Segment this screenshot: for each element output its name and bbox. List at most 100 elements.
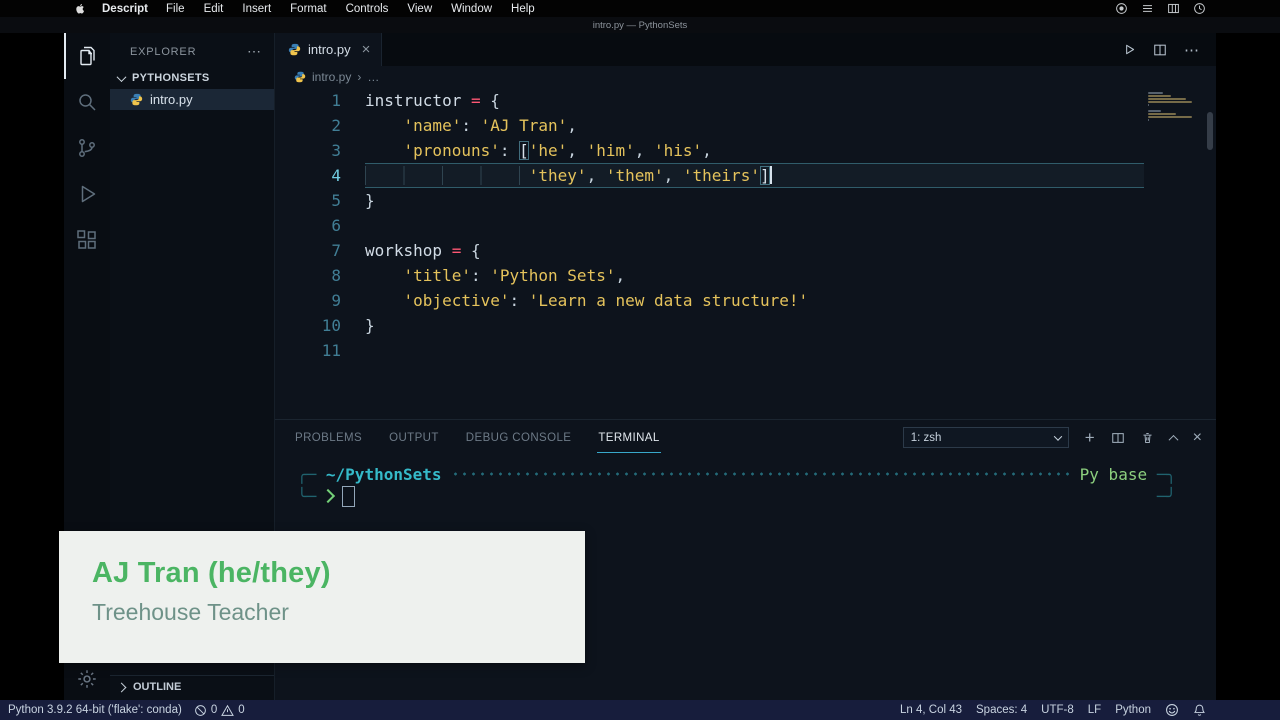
line-number-11[interactable]: 11 [275, 338, 341, 363]
tab-output[interactable]: OUTPUT [388, 422, 440, 453]
line-number-8[interactable]: 8 [275, 263, 341, 288]
settings-gear-icon[interactable] [64, 668, 110, 690]
gutter[interactable]: 1234567891011 [275, 88, 350, 419]
split-terminal-icon[interactable] [1111, 431, 1125, 445]
terminal-prompt-top: ╭─ ~/PythonSets Py base ─╮ [297, 463, 1176, 485]
tab-intro-py[interactable]: intro.py × [275, 33, 382, 66]
line-number-6[interactable]: 6 [275, 213, 341, 238]
prompt-frame-bottom-right: ─╯ [1157, 487, 1176, 506]
run-file-icon[interactable] [1123, 43, 1136, 56]
prompt-chevron-icon [321, 489, 335, 503]
menu-help[interactable]: Help [511, 3, 535, 15]
line-number-4[interactable]: 4 [275, 163, 341, 188]
lower-third-card: AJ Tran (he/they) Treehouse Teacher [59, 531, 585, 663]
code-line-10[interactable]: } [365, 313, 1144, 338]
sidebar-header: EXPLORER ⋯ [110, 33, 274, 66]
breadcrumb-symbol[interactable]: … [367, 70, 379, 84]
code-line-5[interactable]: } [365, 188, 1144, 213]
outline-section[interactable]: OUTLINE [110, 675, 274, 698]
status-bar: Python 3.9.2 64-bit ('flake': conda) 0 0… [0, 700, 1280, 720]
text-cursor [770, 166, 772, 184]
menu-insert[interactable]: Insert [242, 3, 271, 15]
new-terminal-icon[interactable]: + [1085, 429, 1095, 446]
minimap[interactable] [1148, 92, 1194, 124]
close-panel-icon[interactable]: × [1193, 430, 1202, 446]
window-title-bar: intro.py — PythonSets [0, 17, 1280, 33]
menu-file[interactable]: File [166, 3, 185, 15]
split-editor-icon[interactable] [1153, 43, 1167, 57]
window-title: intro.py — PythonSets [593, 20, 688, 31]
panel-actions: + × [1085, 429, 1202, 447]
line-number-5[interactable]: 5 [275, 188, 341, 213]
file-item-intro-py[interactable]: intro.py [110, 89, 274, 110]
layout-icon[interactable] [1167, 2, 1180, 15]
code-line-3[interactable]: 'pronouns': ['he', 'him', 'his', [365, 138, 1144, 163]
presenter-role: Treehouse Teacher [92, 599, 585, 626]
prompt-frame-bottom-left: ╰─ [297, 487, 316, 506]
record-icon[interactable] [1115, 2, 1128, 15]
kill-terminal-icon[interactable] [1141, 431, 1154, 445]
panel-tab-bar: PROBLEMS OUTPUT DEBUG CONSOLE TERMINAL 1… [275, 420, 1216, 455]
code-lines[interactable]: instructor = { 'name': 'AJ Tran', 'prono… [350, 88, 1144, 419]
code-editor[interactable]: 1234567891011 instructor = { 'name': 'AJ… [275, 88, 1216, 419]
close-tab-icon[interactable]: × [362, 41, 371, 58]
code-line-9[interactable]: 'objective': 'Learn a new data structure… [365, 288, 1144, 313]
vertical-scrollbar[interactable] [1207, 112, 1213, 150]
source-control-icon[interactable] [64, 125, 110, 171]
terminal-cwd: ~/PythonSets [326, 465, 442, 484]
explorer-icon[interactable] [64, 33, 110, 79]
terminal-env: Py base [1080, 465, 1147, 484]
search-icon[interactable] [64, 79, 110, 125]
code-line-4[interactable]: 'they', 'them', 'theirs'] [365, 163, 1144, 188]
sidebar-section-pythonsets[interactable]: PYTHONSETS [110, 66, 274, 89]
line-number-1[interactable]: 1 [275, 88, 341, 113]
language-mode[interactable]: Python [1115, 704, 1151, 716]
line-number-10[interactable]: 10 [275, 313, 341, 338]
code-line-11[interactable] [365, 338, 1144, 363]
error-count: 0 [211, 704, 217, 716]
cursor-position[interactable]: Ln 4, Col 43 [900, 704, 962, 716]
code-line-6[interactable] [365, 213, 1144, 238]
code-line-8[interactable]: 'title': 'Python Sets', [365, 263, 1144, 288]
apple-icon[interactable] [74, 2, 86, 15]
eol-sequence[interactable]: LF [1088, 704, 1101, 716]
menu-edit[interactable]: Edit [204, 3, 224, 15]
python-interpreter[interactable]: Python 3.9.2 64-bit ('flake': conda) [8, 704, 182, 716]
menu-view[interactable]: View [407, 3, 432, 15]
extensions-icon[interactable] [64, 217, 110, 263]
code-line-1[interactable]: instructor = { [365, 88, 1144, 113]
tab-label: intro.py [308, 42, 351, 57]
terminal-shell-select[interactable]: 1: zsh [903, 427, 1069, 448]
line-number-7[interactable]: 7 [275, 238, 341, 263]
tab-debug-console[interactable]: DEBUG CONSOLE [465, 422, 573, 453]
chevron-down-icon [1053, 432, 1061, 440]
prompt-frame-top-right: ─╮ [1157, 465, 1176, 484]
breadcrumb[interactable]: intro.py › … [275, 66, 1216, 88]
problems-summary[interactable]: 0 0 [194, 704, 245, 717]
menu-controls[interactable]: Controls [346, 3, 389, 15]
indentation[interactable]: Spaces: 4 [976, 704, 1027, 716]
timer-icon[interactable] [1193, 2, 1206, 15]
list-icon[interactable] [1141, 2, 1154, 15]
menu-window[interactable]: Window [451, 3, 492, 15]
line-number-3[interactable]: 3 [275, 138, 341, 163]
tab-problems[interactable]: PROBLEMS [294, 422, 363, 453]
notifications-bell-icon[interactable] [1193, 703, 1206, 717]
menu-format[interactable]: Format [290, 3, 326, 15]
more-actions-icon[interactable]: ⋯ [247, 43, 262, 60]
breadcrumb-file[interactable]: intro.py [312, 70, 351, 84]
feedback-smiley-icon[interactable] [1165, 703, 1179, 717]
code-line-7[interactable]: workshop = { [365, 238, 1144, 263]
maximize-panel-icon[interactable] [1170, 429, 1177, 447]
code-line-2[interactable]: 'name': 'AJ Tran', [365, 113, 1144, 138]
menu-app-name[interactable]: Descript [102, 3, 148, 15]
line-number-9[interactable]: 9 [275, 288, 341, 313]
tab-terminal[interactable]: TERMINAL [597, 422, 660, 453]
python-file-icon [288, 43, 301, 56]
line-number-2[interactable]: 2 [275, 113, 341, 138]
more-actions-icon[interactable]: ⋯ [1184, 41, 1200, 59]
encoding[interactable]: UTF-8 [1041, 704, 1074, 716]
menu-status-icons [1115, 2, 1206, 15]
run-debug-icon[interactable] [64, 171, 110, 217]
shell-select-value: 1: zsh [911, 432, 942, 444]
